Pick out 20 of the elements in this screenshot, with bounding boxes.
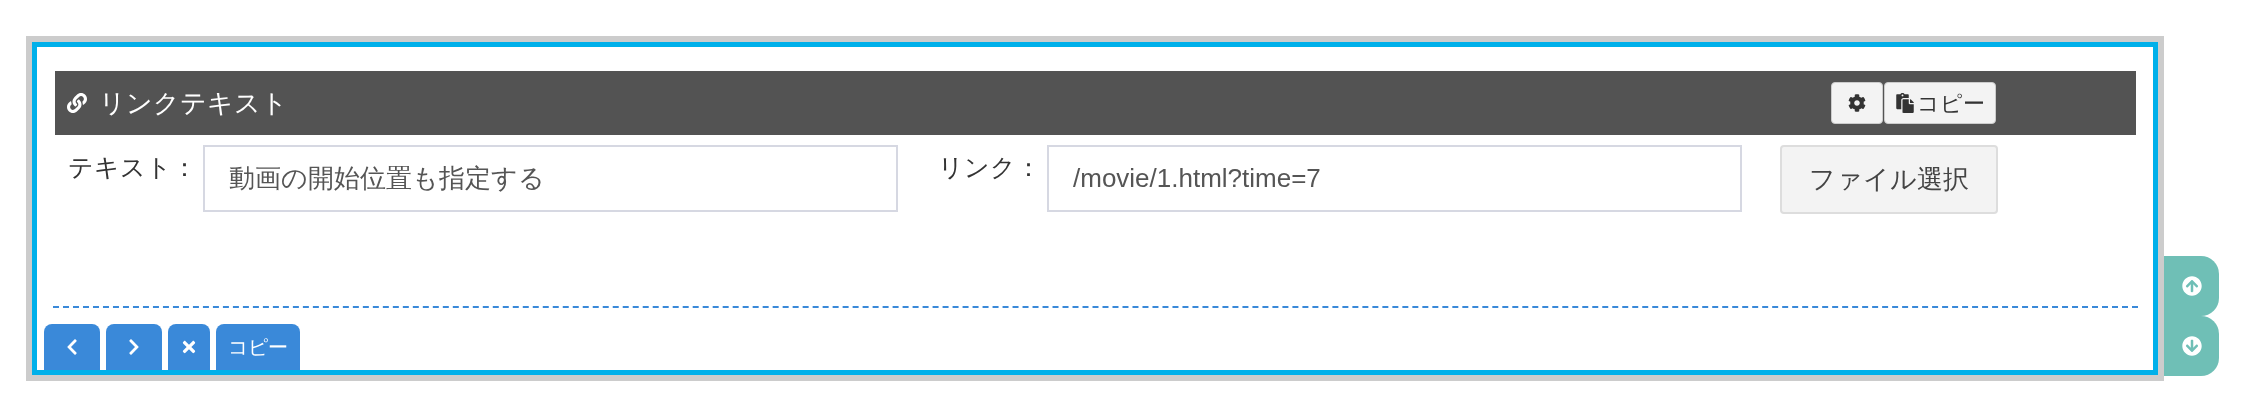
field-label: テキスト： [68,152,198,183]
arrow-down-icon [2181,336,2202,356]
settings-icon [1848,94,1866,112]
file-select-button[interactable]: ファイル選択 [1780,145,1998,214]
next-button[interactable] [106,324,162,370]
header-title: リンクテキスト [99,86,288,120]
text-field[interactable]: 動画の開始位置も指定する [203,145,898,212]
delete-button[interactable] [168,324,210,370]
copy-button[interactable]: コピー [1884,82,1996,124]
arrow-up-icon [2181,276,2202,296]
close-icon [180,338,198,356]
move-up-button[interactable] [2164,256,2219,316]
paste-icon [1895,93,1915,113]
copy-button[interactable]: コピー [216,324,300,370]
move-down-button[interactable] [2164,316,2219,376]
previous-button[interactable] [44,324,100,370]
settings-button[interactable] [1831,82,1883,124]
text-field[interactable]: /movie/1.html?time=7 [1047,145,1742,212]
field-label: リンク： [938,152,1042,183]
link-icon [67,93,87,113]
